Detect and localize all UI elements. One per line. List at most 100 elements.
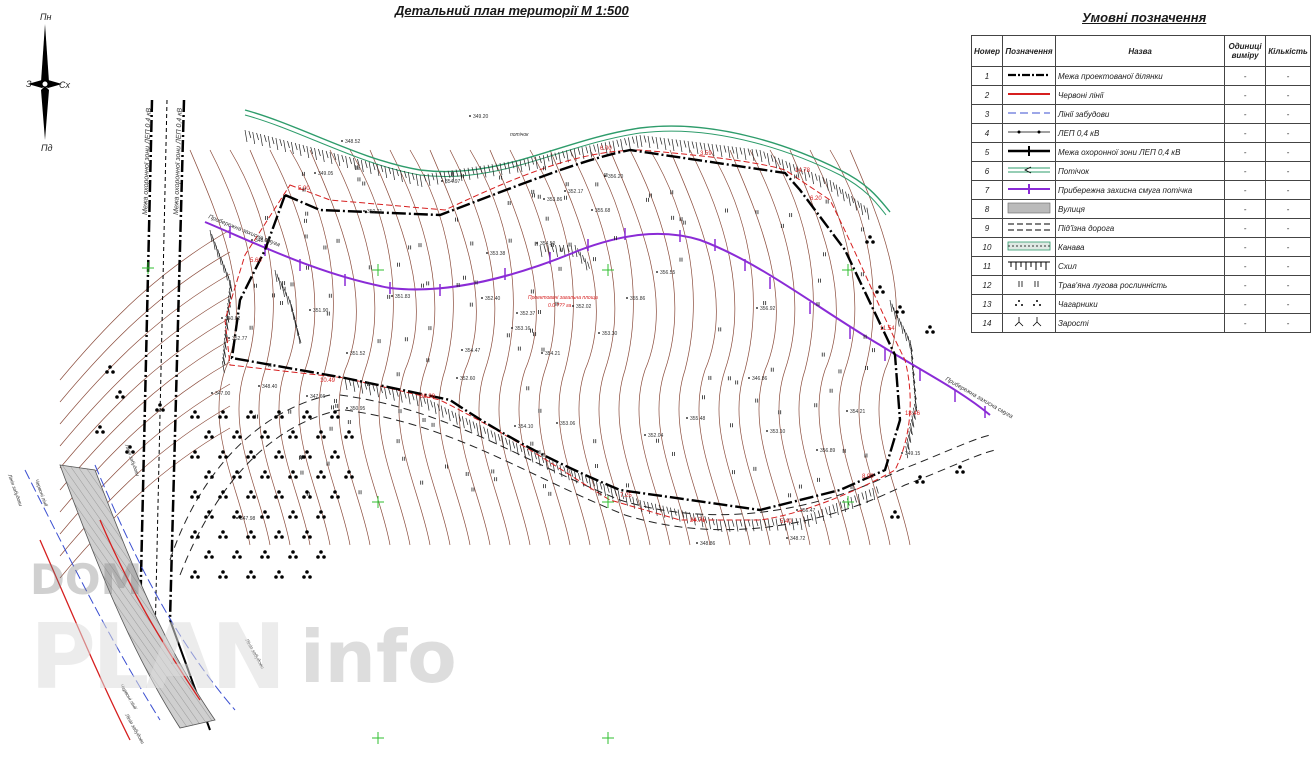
legend-row-name: Під'їзна дорога xyxy=(1054,218,1226,238)
slope-tick xyxy=(771,518,775,526)
slope-tick xyxy=(415,173,419,187)
elevation-point xyxy=(846,410,848,412)
grass-symbol xyxy=(558,266,562,271)
slope-tick xyxy=(274,269,278,283)
slope-tick xyxy=(791,518,795,531)
grass-symbol xyxy=(306,265,309,270)
grass-symbol xyxy=(469,302,473,307)
elevation-point xyxy=(543,198,545,200)
grass-symbol xyxy=(471,487,475,492)
grass-symbol xyxy=(530,289,534,294)
legend-row-name: Схил xyxy=(1054,256,1226,276)
contour-line xyxy=(529,149,591,546)
slope-tick xyxy=(759,518,763,532)
slope-tick xyxy=(577,147,581,155)
grass-symbol xyxy=(798,484,802,489)
stream-icon xyxy=(1007,166,1050,174)
elevation-point xyxy=(514,425,516,427)
slope-tick xyxy=(462,416,465,429)
slope-tick xyxy=(399,390,403,403)
slope-tick xyxy=(836,502,839,516)
slope-tick xyxy=(209,229,213,243)
label-building-line-1: Лінія забудови xyxy=(6,473,24,508)
grass-symbol xyxy=(506,333,510,338)
slope-tick xyxy=(285,292,289,305)
slope-tick xyxy=(735,519,739,532)
grass-icon xyxy=(1018,281,1039,287)
grass-symbol xyxy=(396,439,400,444)
contour-line xyxy=(729,149,791,546)
grass-symbol xyxy=(445,464,448,469)
slope-tick xyxy=(407,171,411,185)
shrub-symbol xyxy=(246,490,256,499)
legend-row-number: 6 xyxy=(971,161,1003,181)
legend-row-number: 10 xyxy=(971,237,1003,257)
slope-tick xyxy=(392,388,395,401)
elevation-point xyxy=(481,297,483,299)
slope-tick xyxy=(723,145,727,153)
slope-tick xyxy=(679,139,683,153)
elevation-label: 356.89 xyxy=(820,448,836,454)
dimension-label: 10.49 xyxy=(320,378,336,384)
grass-symbol xyxy=(763,300,767,305)
legend-row-symbol xyxy=(1001,123,1056,143)
elevation-point xyxy=(766,430,768,432)
legend-row-qty: - xyxy=(1265,85,1311,105)
elevation-label: 352.37 xyxy=(520,311,536,317)
legend-row-number: 13 xyxy=(971,294,1003,314)
legend-row: 6 Потічок - - xyxy=(971,161,1311,181)
grass-symbol xyxy=(593,439,597,444)
grass-symbol xyxy=(595,464,598,469)
legend-row-number: 9 xyxy=(971,218,1003,238)
elevation-label: 351.83 xyxy=(395,294,411,300)
legend-row-name: Межа проектованої ділянки xyxy=(1054,66,1226,86)
slope-tick xyxy=(483,426,486,434)
slope-tick xyxy=(275,137,279,151)
elevation-label: 347.98 xyxy=(240,516,256,522)
grass-symbol xyxy=(329,426,333,431)
elevation-label: 354.47 xyxy=(465,348,481,354)
page-title: Детальний план території М 1:500 xyxy=(395,3,629,18)
slope-tick xyxy=(675,139,679,147)
grass-symbol xyxy=(542,484,546,489)
slope-tick xyxy=(854,198,857,211)
elevation-label: 347.00 xyxy=(215,391,231,397)
grass-symbol xyxy=(825,199,829,204)
grass-symbol xyxy=(702,395,705,400)
grass-symbol xyxy=(818,278,821,283)
contour-line xyxy=(429,149,491,546)
grass-symbol xyxy=(328,293,332,298)
legend-row-name: Прибережна захисна смуга потічка xyxy=(1054,180,1226,200)
shrub-symbol xyxy=(330,490,340,499)
grass-symbol xyxy=(788,493,792,498)
elevation-label: 356.55 xyxy=(660,270,676,276)
dimension-label: 5.40 xyxy=(780,519,792,525)
slope-tick xyxy=(542,155,546,168)
grass-symbol xyxy=(565,182,569,187)
legend-row-qty: - xyxy=(1265,199,1311,219)
shrub-symbol xyxy=(246,450,256,459)
watermark-part1: DOM xyxy=(30,555,143,604)
grass-symbol xyxy=(465,471,469,476)
contour-line xyxy=(59,251,231,403)
legend-row-symbol xyxy=(1001,142,1056,162)
legend-row-name: Чагарники xyxy=(1054,294,1226,314)
elevation-point xyxy=(221,317,223,319)
legend-row-unit: - xyxy=(1224,313,1266,333)
slope-tick xyxy=(298,143,302,157)
slope-tick xyxy=(483,165,487,178)
elevation-point xyxy=(309,309,311,311)
grass-symbol xyxy=(305,211,309,216)
grass-symbol xyxy=(538,408,542,413)
slope-tick xyxy=(325,150,329,159)
slope-tick xyxy=(624,138,627,146)
ditch-icon xyxy=(1007,241,1051,251)
street-icon xyxy=(1007,202,1051,214)
slope-tick xyxy=(707,143,711,151)
shrub-symbol xyxy=(218,490,228,499)
plot-boundary-icon xyxy=(1007,73,1050,77)
legend-row-symbol xyxy=(1001,104,1056,124)
grass-symbol xyxy=(526,386,530,391)
elevation-label: 346.86 xyxy=(752,376,768,382)
elevation-label: 355.48 xyxy=(690,416,706,422)
